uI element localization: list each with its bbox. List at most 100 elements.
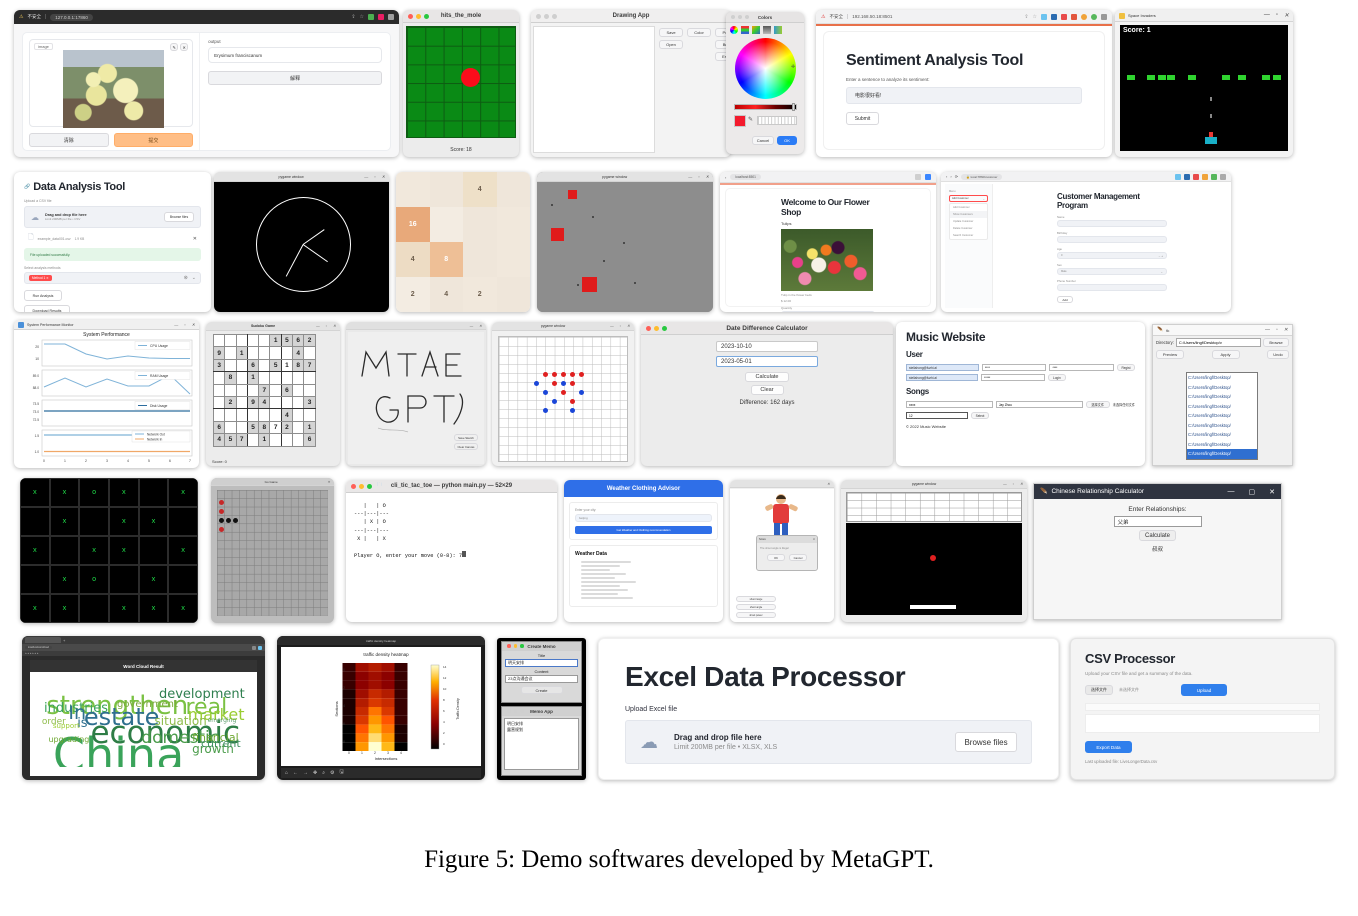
menu-item[interactable]: Show Customers — [950, 211, 987, 218]
sex-select[interactable]: Male ⌄ — [1057, 268, 1167, 275]
extension-icon-1[interactable] — [1041, 13, 1047, 20]
clear-button[interactable]: Clear — [750, 385, 784, 395]
sudoku-cell[interactable]: 6 — [212, 420, 226, 435]
sudoku-cell[interactable] — [212, 383, 226, 397]
sudoku-cell[interactable]: 2 — [303, 333, 316, 348]
sudoku-cell[interactable]: 4 — [258, 395, 271, 410]
clear-button[interactable]: 清除 — [29, 133, 109, 147]
remove-file-icon[interactable]: ✕ — [193, 236, 197, 242]
apply-button[interactable]: Apply — [1211, 350, 1240, 359]
extension-icon-2[interactable] — [925, 174, 931, 180]
sudoku-cell[interactable] — [246, 408, 260, 422]
add-button[interactable]: Add — [1057, 296, 1073, 303]
figure-toolbar[interactable]: ⌂ ← → ✥ ⌕ ⚙ 🖫 — [281, 768, 481, 778]
sudoku-cell[interactable] — [258, 346, 271, 360]
close-button[interactable]: ✕ — [1020, 482, 1023, 486]
maximize-button[interactable]: ▫ — [1276, 327, 1278, 333]
dialog-cancel-button[interactable]: Cancel — [789, 554, 807, 561]
submit-button[interactable]: 提交 — [113, 133, 194, 147]
clear-icon[interactable]: ⊗ — [184, 275, 188, 281]
sudoku-cell[interactable] — [292, 408, 305, 422]
date2-input[interactable]: 2023-05-01 — [716, 356, 818, 367]
swatch-grid[interactable] — [757, 116, 797, 125]
address-bar[interactable]: 192.168.50.18:8501 — [852, 14, 892, 19]
sudoku-cell[interactable]: 8 — [224, 371, 237, 385]
choose-file-button[interactable]: 选择文件 — [1085, 401, 1110, 408]
close-button[interactable]: ✕ — [1284, 12, 1289, 19]
mine-cell[interactable]: x — [49, 565, 80, 594]
sudoku-cell[interactable] — [235, 358, 248, 373]
sentence-input[interactable]: 电影很好看! — [846, 87, 1082, 104]
address-bar[interactable]: localhost/wordcloud — [25, 646, 52, 649]
browse-files-button[interactable]: Browse files — [164, 212, 194, 222]
login-password-input[interactable]: ***** — [981, 374, 1045, 381]
sudoku-cell[interactable] — [235, 333, 248, 348]
pong-canvas[interactable] — [846, 523, 1022, 615]
sudoku-cell[interactable] — [292, 420, 305, 435]
sudoku-grid[interactable]: 156291436518781762943465872145716 — [212, 333, 316, 447]
back-icon[interactable]: ← — [293, 770, 298, 776]
drawing-canvas[interactable] — [533, 26, 655, 153]
maximize-button[interactable]: ▫ — [1013, 482, 1014, 486]
file-list-item[interactable]: C:/Users/lingf/Desktop/ — [1187, 402, 1257, 412]
color-button[interactable]: Color — [687, 28, 711, 37]
mine-cell[interactable]: o — [79, 565, 109, 594]
sudoku-cell[interactable] — [212, 333, 226, 348]
sliders-tab-icon[interactable] — [741, 26, 749, 34]
tab[interactable] — [25, 637, 61, 643]
calculate-button[interactable]: Calculate — [1139, 530, 1176, 541]
city-input[interactable]: beijing — [575, 514, 712, 522]
calculate-button[interactable]: Calculate — [745, 372, 789, 382]
extension-icon-6[interactable] — [1220, 173, 1226, 180]
menu-dropdown[interactable]: Add Customer Show Customers Update Custo… — [949, 203, 988, 240]
minimize-button[interactable]: — — [1003, 482, 1007, 486]
game-canvas[interactable] — [537, 182, 713, 312]
song-name-input[interactable]: xxxx — [906, 401, 993, 408]
mine-cell[interactable]: x — [138, 507, 169, 536]
sudoku-cell[interactable] — [269, 346, 282, 360]
age-stepper[interactable]: 0 − + — [1057, 252, 1167, 259]
zoom-icon[interactable]: ⌕ — [322, 770, 325, 776]
new-tab-icon[interactable]: + — [63, 638, 65, 643]
eyedropper-icon[interactable]: ✎ — [748, 116, 753, 123]
address-bar[interactable]: localhost:8501 — [730, 174, 761, 180]
tile[interactable] — [463, 207, 497, 242]
export-button[interactable]: Export Data — [1085, 741, 1132, 753]
sudoku-cell[interactable] — [224, 420, 237, 435]
mine-cell[interactable] — [138, 478, 169, 507]
sudoku-cell[interactable] — [224, 408, 237, 422]
close-button[interactable]: ✕ — [1269, 488, 1275, 496]
tile[interactable] — [429, 172, 463, 207]
tile[interactable]: 4 — [463, 172, 497, 207]
sketch-canvas[interactable]: Save Sketch Clear Canvas — [348, 332, 484, 464]
mine-cell[interactable]: x — [138, 565, 169, 594]
mine-cell[interactable]: o — [79, 478, 109, 507]
sudoku-cell[interactable] — [258, 371, 271, 385]
sudoku-cell[interactable]: 7 — [303, 358, 316, 373]
extension-icon-2[interactable] — [1051, 13, 1057, 20]
list-item[interactable]: 露营规划 — [507, 727, 576, 733]
sudoku-cell[interactable] — [269, 408, 282, 422]
mine-cell[interactable]: x — [108, 478, 139, 507]
sudoku-cell[interactable] — [292, 395, 305, 410]
extension-icon-5[interactable] — [1211, 173, 1217, 180]
run-analysis-button[interactable]: Run Analysis — [24, 290, 62, 301]
bookmark-icon[interactable]: ☆ — [1033, 14, 1037, 20]
maximize-button[interactable]: ▫ — [374, 174, 375, 179]
sudoku-cell[interactable] — [246, 383, 260, 397]
method-tag[interactable]: Method 1 ✕ — [29, 275, 52, 281]
extension-icon-6[interactable] — [1091, 13, 1097, 20]
file-list-item[interactable]: C:/Users/lingf/Desktop/ — [1187, 373, 1257, 383]
sudoku-cell[interactable] — [224, 358, 237, 373]
sudoku-cell[interactable] — [212, 371, 226, 385]
tile[interactable]: 2 — [396, 277, 430, 312]
extension-icon-3[interactable] — [1193, 173, 1199, 180]
tile[interactable]: 8 — [429, 242, 463, 277]
sudoku-cell[interactable]: 1 — [269, 333, 282, 348]
tile[interactable]: 4 — [396, 242, 430, 277]
file-list-item[interactable]: C:/Users/lingf/Desktop/ — [1187, 440, 1257, 450]
sudoku-cell[interactable] — [280, 395, 294, 410]
bookmarks-bar[interactable]: ★ ★ ★ ★ ★ ★ — [22, 651, 265, 656]
gomoku-board[interactable] — [498, 336, 628, 462]
go-board[interactable] — [217, 490, 328, 616]
